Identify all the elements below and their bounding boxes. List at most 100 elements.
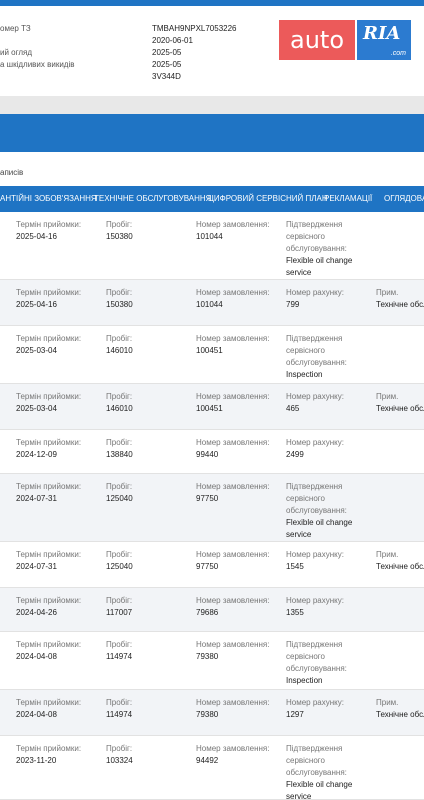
record-cell-c4: Номер рахунку: 2499 bbox=[286, 437, 372, 461]
record-cell-c4: Підтвердження сервісного обслуговування:… bbox=[286, 743, 372, 800]
record-field-label: Пробіг: bbox=[106, 744, 133, 753]
record-cell-c1: Термін прийомки: 2025-04-16 bbox=[16, 287, 102, 311]
record-field-value: 138840 bbox=[106, 450, 133, 459]
record-field-value: 94492 bbox=[196, 756, 219, 765]
record-field-value: 2499 bbox=[286, 450, 304, 459]
record-field-label: Термін прийомки: bbox=[16, 220, 82, 229]
service-record-row: Термін прийомки: 2024-07-31 Пробіг: 125040 Н… bbox=[0, 474, 424, 542]
record-field-label: Підтвердження сервісного обслуговування: bbox=[286, 334, 347, 367]
service-record-row: Термін прийомки: 2024-07-31 Пробіг: 125040 Н… bbox=[0, 542, 424, 588]
record-cell-c1: Термін прийомки: 2025-04-16 bbox=[16, 219, 102, 243]
record-field-value: 1355 bbox=[286, 608, 304, 617]
record-field-label: Пробіг: bbox=[106, 698, 133, 707]
service-record-row: Термін прийомки: 2024-04-26 Пробіг: 117007 Н… bbox=[0, 588, 424, 632]
record-field-label: Термін прийомки: bbox=[16, 698, 82, 707]
service-record-row: Термін прийомки: 2025-04-16 Пробіг: 150380 Н… bbox=[0, 212, 424, 280]
record-cell-c5: Прим. Технічне обслуговува bbox=[376, 391, 424, 415]
logo-auto-part: auto bbox=[279, 20, 355, 60]
record-cell-c4: Номер рахунку: 1545 bbox=[286, 549, 372, 573]
record-field-value: 2024-07-31 bbox=[16, 494, 57, 503]
record-cell-c5: Прим. Технічне обслуговува bbox=[376, 549, 424, 573]
record-field-value: 79380 bbox=[196, 652, 219, 661]
record-field-value: 97750 bbox=[196, 494, 219, 503]
record-field-label: Номер замовлення: bbox=[196, 334, 270, 343]
record-field-value: 79380 bbox=[196, 710, 219, 719]
record-field-label: Номер замовлення: bbox=[196, 744, 270, 753]
tab-warranty[interactable]: АНТІЙНІ ЗОБОВ'ЯЗАННЯ bbox=[0, 186, 97, 212]
divider-strip bbox=[0, 96, 424, 114]
record-cell-c3: Номер замовлення: 99440 bbox=[196, 437, 282, 461]
logo-ria-text: RIA bbox=[363, 23, 401, 44]
records-count-label: аписів bbox=[0, 168, 24, 177]
record-field-value: 2024-04-26 bbox=[16, 608, 57, 617]
service-record-row: Термін прийомки: 2025-03-04 Пробіг: 146010 Н… bbox=[0, 326, 424, 384]
record-field-value: 99440 bbox=[196, 450, 219, 459]
record-cell-c2: Пробіг: 114974 bbox=[106, 697, 192, 721]
tab-complaints[interactable]: РЕКЛАМАЦІЇ bbox=[324, 186, 372, 212]
record-cell-c3: Номер замовлення: 100451 bbox=[196, 391, 282, 415]
record-cell-c2: Пробіг: 117007 bbox=[106, 595, 192, 619]
record-field-value: 2024-12-09 bbox=[16, 450, 57, 459]
record-field-value: 2024-04-08 bbox=[16, 710, 57, 719]
record-field-value: 101044 bbox=[196, 300, 223, 309]
record-field-label: Термін прийомки: bbox=[16, 334, 82, 343]
service-tabs: АНТІЙНІ ЗОБОВ'ЯЗАННЯ ТЕХНІЧНЕ ОБСЛУГОВУВ… bbox=[0, 186, 424, 212]
record-field-value: 2025-03-04 bbox=[16, 346, 57, 355]
record-cell-c5: Прим. Технічне обслуговува bbox=[376, 287, 424, 311]
record-field-value: 100451 bbox=[196, 404, 223, 413]
record-field-value: Flexible oil change service bbox=[286, 256, 353, 277]
record-field-value: Flexible oil change service bbox=[286, 518, 353, 539]
inspection-label: ий огляд bbox=[0, 48, 33, 57]
record-field-value: Flexible oil change service bbox=[286, 780, 353, 800]
record-field-label: Прим. bbox=[376, 550, 399, 559]
tab-digital-service-plan[interactable]: ЦИФРОВИЙ СЕРВІСНИЙ ПЛАН bbox=[208, 186, 328, 212]
record-cell-c4: Номер рахунку: 799 bbox=[286, 287, 372, 311]
record-field-value: 465 bbox=[286, 404, 300, 413]
tab-maintenance[interactable]: ТЕХНІЧНЕ ОБСЛУГОВУВАННЯ bbox=[94, 186, 211, 212]
record-field-value: 150380 bbox=[106, 300, 133, 309]
emissions-label: а шкідливих викидів bbox=[0, 60, 75, 69]
record-field-label: Пробіг: bbox=[106, 438, 133, 447]
record-cell-c1: Термін прийомки: 2024-04-08 bbox=[16, 639, 102, 663]
record-field-value: Inspection bbox=[286, 370, 323, 379]
record-field-label: Номер рахунку: bbox=[286, 288, 344, 297]
record-cell-c2: Пробіг: 125040 bbox=[106, 549, 192, 573]
auto-ria-logo[interactable]: auto RIA .com bbox=[279, 20, 411, 60]
service-record-row: Термін прийомки: 2025-03-04 Пробіг: 146010 Н… bbox=[0, 384, 424, 430]
record-cell-c4: Підтвердження сервісного обслуговування:… bbox=[286, 219, 372, 279]
record-cell-c4: Номер рахунку: 465 bbox=[286, 391, 372, 415]
record-field-value: 117007 bbox=[106, 608, 133, 617]
record-field-label: Номер замовлення: bbox=[196, 698, 270, 707]
record-field-label: Пробіг: bbox=[106, 220, 133, 229]
record-cell-c3: Номер замовлення: 79380 bbox=[196, 697, 282, 721]
record-field-value: 146010 bbox=[106, 346, 133, 355]
record-field-value: Технічне обслуговува bbox=[376, 710, 424, 719]
record-cell-c3: Номер замовлення: 101044 bbox=[196, 287, 282, 311]
record-field-value: Технічне обслуговува bbox=[376, 300, 424, 309]
record-field-label: Прим. bbox=[376, 392, 399, 401]
tab-overview[interactable]: ОГЛЯДОВА К bbox=[384, 186, 424, 212]
record-field-label: Пробіг: bbox=[106, 640, 133, 649]
record-field-value: 2025-04-16 bbox=[16, 300, 57, 309]
record-field-label: Номер замовлення: bbox=[196, 392, 270, 401]
record-cell-c2: Пробіг: 146010 bbox=[106, 333, 192, 357]
record-cell-c2: Пробіг: 114974 bbox=[106, 639, 192, 663]
record-cell-c4: Номер рахунку: 1355 bbox=[286, 595, 372, 619]
record-field-label: Підтвердження сервісного обслуговування: bbox=[286, 640, 347, 673]
service-record-row: Термін прийомки: 2024-04-08 Пробіг: 114974 Н… bbox=[0, 690, 424, 736]
record-field-value: 150380 bbox=[106, 232, 133, 241]
record-field-label: Термін прийомки: bbox=[16, 640, 82, 649]
vin-label: омер ТЗ bbox=[0, 24, 31, 33]
record-field-label: Номер рахунку: bbox=[286, 438, 344, 447]
record-cell-c1: Термін прийомки: 2024-04-26 bbox=[16, 595, 102, 619]
service-record-row: Термін прийомки: 2023-11-20 Пробіг: 103324 Н… bbox=[0, 736, 424, 800]
record-field-value: Inspection bbox=[286, 676, 323, 685]
record-field-label: Підтвердження сервісного обслуговування: bbox=[286, 482, 347, 515]
record-cell-c3: Номер замовлення: 101044 bbox=[196, 219, 282, 243]
record-field-label: Пробіг: bbox=[106, 288, 133, 297]
record-cell-c4: Номер рахунку: 1297 bbox=[286, 697, 372, 721]
record-field-value: 101044 bbox=[196, 232, 223, 241]
record-cell-c3: Номер замовлення: 94492 bbox=[196, 743, 282, 767]
vin-value: TMBAH9NPXL7053226 bbox=[152, 24, 237, 33]
record-field-label: Пробіг: bbox=[106, 482, 133, 491]
